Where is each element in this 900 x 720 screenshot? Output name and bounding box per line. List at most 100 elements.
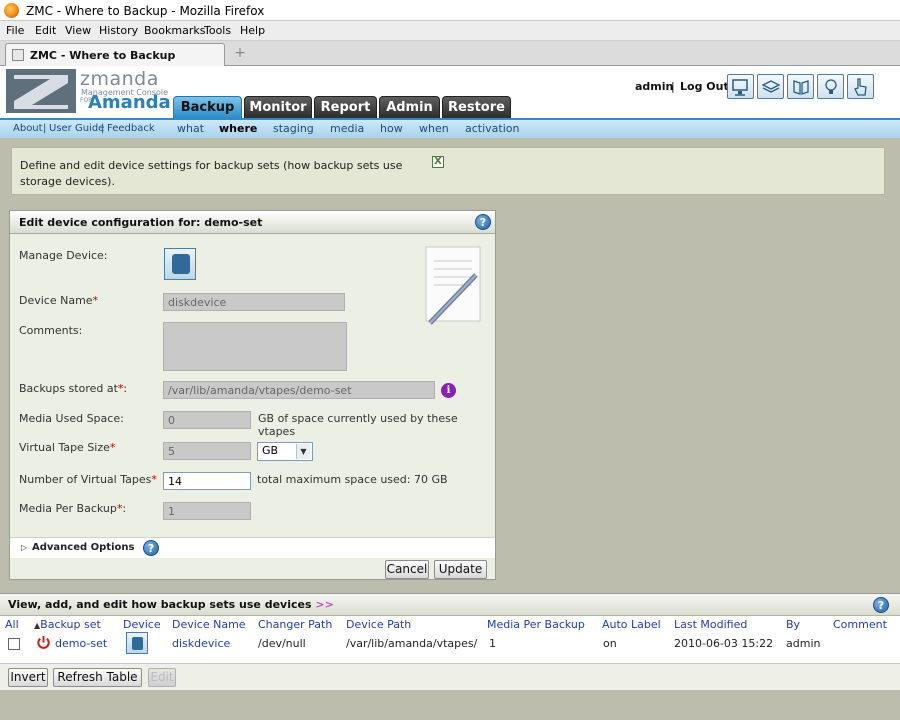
info-message-text: Define and edit device settings for back… [20, 159, 403, 188]
sub-link-separator: | [43, 123, 47, 134]
logo-zmanda-text: zmanda [80, 68, 159, 90]
about-link[interactable]: About [13, 123, 43, 134]
vtape-size-unit-select[interactable]: GB ▼ [257, 442, 313, 461]
sub-tab-activation[interactable]: activation [465, 122, 519, 135]
advanced-options-row[interactable]: ▷ Advanced Options ? [10, 537, 495, 558]
col-header-backup-set[interactable]: ▲Backup set [34, 618, 101, 631]
vtape-size-label: Virtual Tape Size* [19, 441, 115, 454]
monitor-icon[interactable] [727, 74, 754, 99]
book-icon[interactable] [787, 74, 814, 99]
col-header-last-modified[interactable]: Last Modified [674, 618, 747, 631]
user-guide-link[interactable]: User Guide [49, 123, 104, 134]
update-button[interactable]: Update [434, 560, 487, 579]
col-header-device-name[interactable]: Device Name [172, 618, 246, 631]
feedback-link[interactable]: Feedback [107, 123, 155, 134]
menu-history[interactable]: History [99, 24, 138, 37]
num-vtapes-label-text: Number of Virtual Tapes [19, 473, 152, 486]
invert-button[interactable]: Invert [8, 668, 48, 687]
label-colon: : [122, 502, 127, 515]
menu-help[interactable]: Help [240, 24, 265, 37]
nav-tab-report[interactable]: Report [314, 96, 377, 118]
num-vtapes-field[interactable] [163, 472, 251, 490]
sub-tab-staging[interactable]: staging [273, 122, 314, 135]
col-header-device-path[interactable]: Device Path [346, 618, 411, 631]
manage-device-button[interactable] [164, 248, 196, 280]
sub-link-separator: | [101, 123, 105, 134]
nav-tab-restore[interactable]: Restore [442, 96, 511, 118]
menu-bookmarks[interactable]: Bookmarks [144, 24, 205, 37]
device-name-label-text: Device Name [19, 294, 93, 307]
device-name-field[interactable] [163, 293, 345, 311]
sub-tab-how[interactable]: how [380, 122, 403, 135]
table-help-icon[interactable]: ? [873, 597, 889, 613]
media-used-suffix: GB of space currently used by these vtap… [258, 412, 458, 438]
row-select-checkbox[interactable] [8, 638, 20, 650]
triangle-right-icon: ▷ [21, 543, 28, 552]
browser-tab-active[interactable]: ZMC - Where to Backup [5, 43, 225, 66]
media-per-backup-label: Media Per Backup*: [19, 502, 126, 515]
num-vtapes-suffix: total maximum space used: 70 GB [257, 473, 448, 486]
required-mark: * [92, 294, 99, 307]
advanced-options-label: Advanced Options [32, 542, 135, 553]
edit-panel-help-icon[interactable]: ? [475, 214, 491, 230]
pointer-hand-icon[interactable] [847, 74, 874, 99]
edit-button[interactable]: Edit [148, 668, 176, 687]
expand-more-link[interactable]: >> [315, 598, 333, 611]
row-backup-set[interactable]: demo-set [55, 637, 107, 650]
sub-tab-where[interactable]: where [219, 122, 257, 135]
nav-tab-admin[interactable]: Admin [379, 96, 440, 118]
nav-tab-monitor[interactable]: Monitor [244, 96, 312, 118]
nav-tab-backup[interactable]: Backup [173, 96, 242, 118]
col-header-backup-set-label: Backup set [40, 618, 101, 631]
menu-tools[interactable]: Tools [204, 24, 231, 37]
logout-link[interactable]: Log Out [680, 80, 729, 93]
col-header-all[interactable]: All [5, 618, 19, 631]
num-vtapes-label: Number of Virtual Tapes* [19, 473, 157, 486]
backups-stored-label-text: Backups stored at [19, 382, 118, 395]
refresh-table-button[interactable]: Refresh Table [53, 668, 142, 687]
vtape-size-field[interactable] [163, 442, 251, 460]
info-close-button[interactable]: X [432, 156, 444, 168]
cancel-button[interactable]: Cancel [385, 560, 429, 579]
info-icon[interactable]: i [441, 383, 456, 398]
col-header-auto-label[interactable]: Auto Label [602, 618, 661, 631]
comments-field[interactable] [163, 322, 347, 371]
info-message-box: Define and edit device settings for back… [11, 147, 885, 195]
power-icon[interactable] [36, 635, 51, 650]
browser-tab-label: ZMC - Where to Backup [30, 49, 176, 62]
sub-tab-when[interactable]: when [419, 122, 449, 135]
col-header-by[interactable]: By [786, 618, 800, 631]
col-header-changer-path[interactable]: Changer Path [258, 618, 332, 631]
col-header-device[interactable]: Device [123, 618, 161, 631]
media-per-backup-field[interactable] [163, 502, 251, 520]
advanced-help-icon[interactable]: ? [143, 540, 159, 556]
menu-file[interactable]: File [6, 24, 24, 37]
menu-edit[interactable]: Edit [35, 24, 56, 37]
row-changer-path: /dev/null [258, 637, 306, 650]
browser-tabbar: ZMC - Where to Backup + [0, 41, 900, 66]
menu-view[interactable]: View [65, 24, 91, 37]
col-header-media-per-backup[interactable]: Media Per Backup [487, 618, 585, 631]
sub-nav-bar: About | User Guide | Feedback what where… [0, 118, 900, 138]
lightbulb-icon[interactable] [817, 74, 844, 99]
row-by: admin [786, 637, 821, 650]
menubar: File Edit View History Bookmarks Tools H… [0, 21, 900, 41]
row-device-path: /var/lib/amanda/vtapes/ [346, 637, 478, 650]
new-tab-button[interactable]: + [233, 46, 247, 60]
row-device-icon-button[interactable] [126, 632, 148, 654]
sub-tab-media[interactable]: media [330, 122, 364, 135]
page-favicon-icon [12, 49, 24, 61]
backups-stored-field[interactable] [163, 381, 435, 399]
media-used-field[interactable] [163, 411, 251, 429]
edit-device-panel: Edit device configuration for: demo-set … [9, 210, 496, 580]
disk-drive-icon [132, 637, 143, 650]
table-footer-bar: Invert Refresh Table Edit [0, 663, 900, 690]
col-header-comment[interactable]: Comment [833, 618, 887, 631]
device-name-label: Device Name* [19, 294, 98, 307]
row-device-name[interactable]: diskdevice [172, 637, 230, 650]
stack-icon[interactable] [757, 74, 784, 99]
logo-amanda-text: Amanda [88, 92, 171, 113]
sub-tab-what[interactable]: what [177, 122, 204, 135]
label-colon: : [123, 382, 128, 395]
edit-panel-title: Edit device configuration for: demo-set [19, 216, 263, 229]
